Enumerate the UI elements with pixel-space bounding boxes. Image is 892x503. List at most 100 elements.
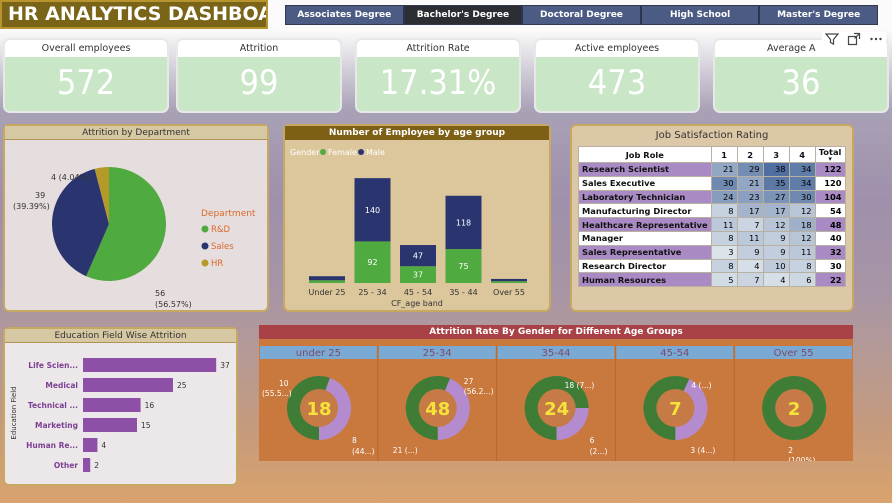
rating-cell: 11 bbox=[710, 217, 738, 232]
table-row[interactable]: Human Resources 5 7 4 6 22 bbox=[578, 272, 846, 288]
rating-cell: 30 bbox=[710, 175, 738, 191]
rating-cell: 12 bbox=[788, 203, 816, 219]
rating-cell: 34 bbox=[788, 175, 816, 191]
tab-associates-degree[interactable]: Associates Degree bbox=[286, 6, 405, 24]
total-cell: 122 bbox=[814, 162, 846, 177]
rating-cell: 17 bbox=[762, 203, 790, 219]
dashboard-title: HR ANALYTICS DASHBOARD bbox=[0, 0, 268, 29]
tab-high-school[interactable]: High School bbox=[642, 6, 761, 24]
job-satisfaction-table: Job Role 1 2 3 4 Total ▾ Research Scientist 21 29… bbox=[578, 146, 846, 288]
tab-masters-degree[interactable]: Master's Degree bbox=[760, 6, 877, 24]
kpi-label: Active employees bbox=[536, 40, 698, 57]
kpi-value: 572 bbox=[56, 63, 116, 103]
job-role-cell: Human Resources bbox=[578, 272, 712, 288]
rating-cell: 8 bbox=[710, 258, 738, 274]
edu-bar-2 bbox=[83, 398, 141, 412]
rating-cell: 11 bbox=[736, 230, 764, 246]
dept-pie-title: Attrition by Department bbox=[5, 126, 267, 140]
pie-legend-marker bbox=[201, 242, 209, 250]
table-row[interactable]: Manufacturing Director 8 17 17 12 54 bbox=[578, 203, 846, 219]
pie-data-label: (39.39%) bbox=[13, 202, 50, 211]
rating-cell: 38 bbox=[762, 162, 790, 177]
rating-cell: 35 bbox=[762, 175, 790, 191]
rating-cell: 3 bbox=[710, 244, 738, 260]
edu-bar-value: 16 bbox=[145, 401, 155, 410]
kpi-active-employees: Active employees 473 bbox=[534, 38, 700, 113]
table-row[interactable]: Research Director 8 4 10 8 30 bbox=[578, 258, 846, 274]
age-legend-label: Female bbox=[328, 148, 357, 157]
kpi-label: Attrition Rate bbox=[357, 40, 519, 57]
table-row[interactable]: Healthcare Representative 11 7 12 18 48 bbox=[578, 217, 846, 232]
job-satisfaction-title: Job Satisfaction Rating bbox=[655, 130, 769, 141]
table-row[interactable]: Manager 8 11 9 12 40 bbox=[578, 230, 846, 246]
kpi-value: 36 bbox=[781, 63, 821, 103]
kpi-average-age: Average A 36 bbox=[713, 38, 889, 113]
donut-purple-label: 21 (...) bbox=[393, 446, 418, 455]
gender-donut-chart: under 251810(55.5...)8(44...)25-344827(5… bbox=[260, 346, 852, 465]
column-header[interactable]: 4 bbox=[788, 146, 816, 163]
filter-icon[interactable] bbox=[825, 32, 839, 46]
donut-green-label: 2 bbox=[788, 446, 793, 455]
bar-female-label: 37 bbox=[413, 271, 423, 280]
y-tick-label: Marketing bbox=[35, 421, 78, 430]
age-group-header: 35-44 bbox=[541, 348, 570, 359]
bar-female-4 bbox=[491, 281, 527, 283]
more-options-icon[interactable] bbox=[869, 32, 883, 46]
column-header[interactable]: 3 bbox=[762, 146, 790, 163]
pie-data-label: 39 bbox=[35, 191, 45, 200]
rating-cell: 7 bbox=[736, 272, 764, 288]
total-cell: 32 bbox=[814, 244, 846, 260]
bar-female-label: 75 bbox=[458, 262, 468, 271]
total-cell: 48 bbox=[814, 217, 846, 232]
bar-female-0 bbox=[309, 280, 345, 283]
rating-cell: 24 bbox=[710, 189, 738, 205]
bar-male-0 bbox=[309, 276, 345, 281]
rating-cell: 29 bbox=[736, 162, 764, 177]
table-row[interactable]: Laboratory Technician 24 23 27 30 104 bbox=[578, 189, 846, 205]
column-header[interactable]: Total ▾ bbox=[814, 146, 846, 163]
tab-doctoral-degree[interactable]: Doctoral Degree bbox=[523, 6, 642, 24]
edu-bar-4 bbox=[83, 438, 98, 452]
age-legend-marker bbox=[320, 149, 326, 155]
column-header[interactable]: 2 bbox=[736, 146, 764, 163]
column-header[interactable]: 1 bbox=[710, 146, 738, 163]
donut-green-label: 27 bbox=[464, 377, 474, 386]
kpi-value: 473 bbox=[587, 63, 647, 103]
edu-bar-3 bbox=[83, 418, 137, 432]
age-chart-title: Number of Employee by age group bbox=[285, 126, 549, 140]
x-tick-label: 45 - 54 bbox=[404, 288, 432, 297]
rating-cell: 30 bbox=[788, 189, 816, 205]
kpi-value: 17.31% bbox=[379, 63, 497, 103]
job-satisfaction-matrix: Job Role 1 2 3 4 Total ▾ Research Scientist 21 29… bbox=[572, 146, 852, 288]
rating-cell: 34 bbox=[788, 162, 816, 177]
rating-cell: 7 bbox=[736, 217, 764, 232]
donut-green-label: (56.2...) bbox=[464, 387, 494, 396]
kpi-label: Overall employees bbox=[5, 40, 167, 57]
edu-bar-value: 2 bbox=[94, 461, 99, 470]
age-group-header: 45-54 bbox=[660, 348, 689, 359]
x-tick-label: 35 - 44 bbox=[449, 288, 477, 297]
education-slicer: Associates Degree Bachelor's Degree Doct… bbox=[285, 5, 878, 25]
job-role-cell: Sales Executive bbox=[578, 175, 712, 191]
table-row[interactable]: Research Scientist 21 29 38 34 122 bbox=[578, 162, 846, 177]
edu-bar-value: 37 bbox=[220, 361, 230, 370]
y-axis-title: Education Field bbox=[10, 386, 18, 439]
table-row[interactable]: Sales Executive 30 21 35 34 120 bbox=[578, 175, 846, 191]
focus-mode-icon[interactable] bbox=[847, 32, 861, 46]
donut-purple-label: 3 (4...) bbox=[690, 446, 715, 455]
tab-bachelors-degree[interactable]: Bachelor's Degree bbox=[404, 6, 524, 24]
age-legend-marker bbox=[358, 149, 364, 155]
table-row[interactable]: Sales Representative 3 9 9 11 32 bbox=[578, 244, 846, 260]
rating-cell: 8 bbox=[788, 258, 816, 274]
donut-green-label: (55.5...) bbox=[262, 389, 292, 398]
donut-purple-label: 8 bbox=[352, 436, 357, 445]
column-header[interactable]: Job Role bbox=[578, 146, 712, 163]
pie-legend-label: R&D bbox=[211, 225, 231, 235]
job-role-cell: Research Scientist bbox=[578, 162, 712, 177]
rating-cell: 21 bbox=[710, 162, 738, 177]
table-header-row: Job Role 1 2 3 4 Total ▾ bbox=[578, 146, 846, 163]
sort-desc-icon: ▾ bbox=[828, 155, 832, 163]
age-group-header: 25-34 bbox=[423, 348, 452, 359]
age-group-header: under 25 bbox=[296, 348, 341, 359]
job-role-cell: Healthcare Representative bbox=[578, 217, 712, 232]
